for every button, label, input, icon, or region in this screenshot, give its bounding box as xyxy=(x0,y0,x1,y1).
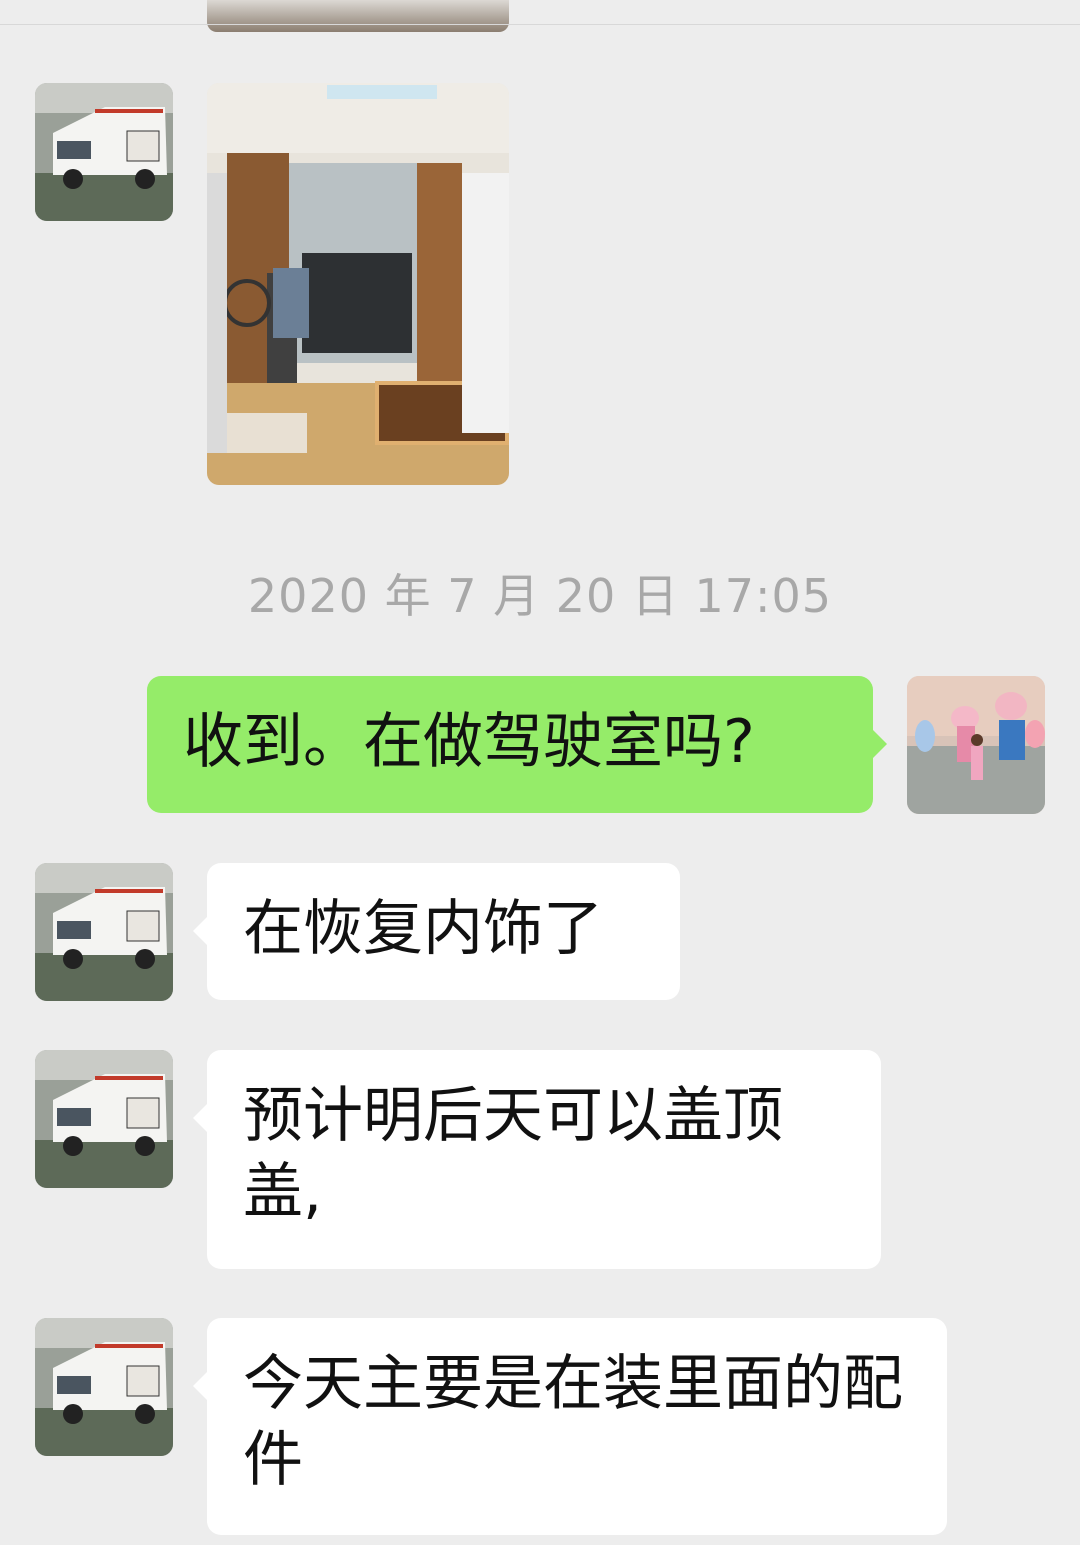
outgoing-message-bubble[interactable]: 收到。在做驾驶室吗? xyxy=(147,676,887,813)
contact-avatar[interactable] xyxy=(35,83,173,221)
message-text: 今天主要是在装里面的配件 xyxy=(243,1349,903,1495)
contact-avatar[interactable] xyxy=(35,1050,173,1188)
divider xyxy=(0,24,1080,25)
image-message[interactable] xyxy=(207,83,509,485)
rv-camper-avatar-icon xyxy=(35,83,173,221)
contact-avatar[interactable] xyxy=(35,1318,173,1456)
previous-image-message[interactable] xyxy=(207,0,509,32)
incoming-message-bubble[interactable]: 在恢复内饰了 xyxy=(193,863,680,1000)
message-text: 预计明后天可以盖顶盖, xyxy=(243,1081,783,1227)
incoming-message-bubble[interactable]: 今天主要是在装里面的配件 xyxy=(193,1318,947,1535)
incoming-message-bubble[interactable]: 预计明后天可以盖顶盖, xyxy=(193,1050,881,1269)
child-with-statues-avatar-icon xyxy=(907,676,1045,814)
rv-interior-photo-icon xyxy=(207,83,509,485)
message-text: 在恢复内饰了 xyxy=(243,894,603,964)
rv-camper-avatar-icon xyxy=(35,1050,173,1188)
message-timestamp: 2020 年 7 月 20 日 17:05 xyxy=(247,569,833,623)
rv-camper-avatar-icon xyxy=(35,863,173,1001)
self-avatar[interactable] xyxy=(907,676,1045,814)
rv-camper-avatar-icon xyxy=(35,1318,173,1456)
message-text: 收到。在做驾驶室吗? xyxy=(183,707,755,777)
chat-view: 2020 年 7 月 20 日 17:05 收到。在做驾驶室吗? 在恢复内饰了 … xyxy=(0,0,1080,1545)
contact-avatar[interactable] xyxy=(35,863,173,1001)
